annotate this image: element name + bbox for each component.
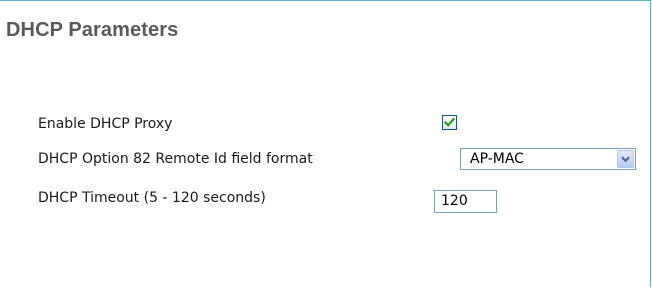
option82-format-label: DHCP Option 82 Remote Id field format (38, 151, 313, 167)
dhcp-parameters-panel: DHCP Parameters Enable DHCP Proxy DHCP O… (0, 0, 651, 287)
dhcp-timeout-input[interactable]: 120 (434, 190, 497, 213)
panel-title: DHCP Parameters (6, 19, 179, 41)
option82-selected-value: AP-MAC (470, 151, 524, 167)
dhcp-timeout-label: DHCP Timeout (5 - 120 seconds) (38, 190, 266, 206)
checkmark-icon (443, 117, 456, 127)
enable-dhcp-proxy-label: Enable DHCP Proxy (38, 116, 173, 132)
dropdown-button[interactable] (617, 150, 634, 168)
chevron-down-icon (621, 156, 630, 163)
option82-format-select[interactable]: AP-MAC (460, 148, 636, 170)
enable-dhcp-proxy-checkbox[interactable] (442, 115, 457, 130)
